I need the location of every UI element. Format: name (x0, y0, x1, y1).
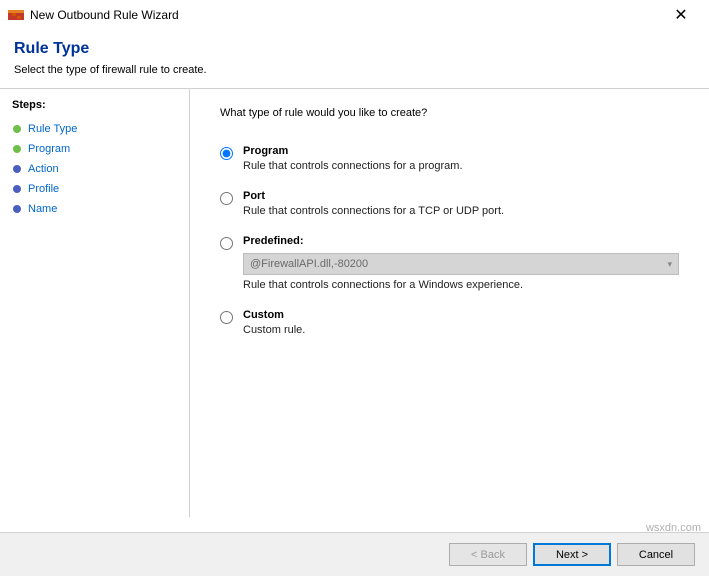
bullet-icon (12, 164, 22, 174)
bullet-icon (12, 124, 22, 134)
step-label: Action (28, 163, 59, 175)
rule-type-radio-group: Program Rule that controls connections f… (220, 145, 679, 336)
wizard-footer: < Back Next > Cancel (0, 532, 709, 576)
step-label: Program (28, 143, 70, 155)
window-title: New Outbound Rule Wizard (30, 8, 661, 22)
back-button: < Back (449, 543, 527, 566)
radio-option-predefined[interactable]: Predefined: @FirewallAPI.dll,-80200 ▾ Ru… (220, 235, 679, 291)
next-button[interactable]: Next > (533, 543, 611, 566)
step-name[interactable]: Name (8, 199, 189, 219)
radio-option-port[interactable]: Port Rule that controls connections for … (220, 190, 679, 217)
radio-option-custom[interactable]: Custom Custom rule. (220, 309, 679, 336)
step-label: Rule Type (28, 123, 77, 135)
step-profile[interactable]: Profile (8, 179, 189, 199)
radio-predefined-desc: Rule that controls connections for a Win… (243, 279, 679, 291)
step-label: Name (28, 203, 57, 215)
predefined-selected-value: @FirewallAPI.dll,-80200 (250, 258, 368, 270)
radio-option-program[interactable]: Program Rule that controls connections f… (220, 145, 679, 172)
radio-predefined-title: Predefined: (243, 235, 679, 247)
radio-program-desc: Rule that controls connections for a pro… (243, 160, 679, 172)
bullet-icon (12, 144, 22, 154)
rule-type-question: What type of rule would you like to crea… (220, 107, 679, 119)
radio-custom-title: Custom (243, 309, 679, 321)
steps-sidebar: Steps: Rule Type Program Action Profile … (0, 89, 190, 517)
steps-heading: Steps: (8, 99, 189, 111)
radio-program[interactable] (220, 147, 233, 160)
cancel-button[interactable]: Cancel (617, 543, 695, 566)
bullet-icon (12, 204, 22, 214)
page-title: Rule Type (14, 40, 695, 58)
radio-custom[interactable] (220, 311, 233, 324)
step-program[interactable]: Program (8, 139, 189, 159)
titlebar: New Outbound Rule Wizard ✕ (0, 0, 709, 30)
radio-port[interactable] (220, 192, 233, 205)
predefined-select: @FirewallAPI.dll,-80200 ▾ (243, 253, 679, 275)
step-action[interactable]: Action (8, 159, 189, 179)
bullet-icon (12, 184, 22, 194)
radio-program-title: Program (243, 145, 679, 157)
chevron-down-icon: ▾ (667, 259, 672, 270)
step-label: Profile (28, 183, 59, 195)
radio-custom-desc: Custom rule. (243, 324, 679, 336)
wizard-header: Rule Type Select the type of firewall ru… (0, 30, 709, 88)
radio-predefined[interactable] (220, 237, 233, 250)
step-rule-type[interactable]: Rule Type (8, 119, 189, 139)
firewall-icon (8, 7, 24, 23)
page-subtitle: Select the type of firewall rule to crea… (14, 64, 695, 76)
radio-port-title: Port (243, 190, 679, 202)
close-button[interactable]: ✕ (661, 5, 701, 25)
radio-port-desc: Rule that controls connections for a TCP… (243, 205, 679, 217)
main-panel: What type of rule would you like to crea… (190, 89, 709, 517)
